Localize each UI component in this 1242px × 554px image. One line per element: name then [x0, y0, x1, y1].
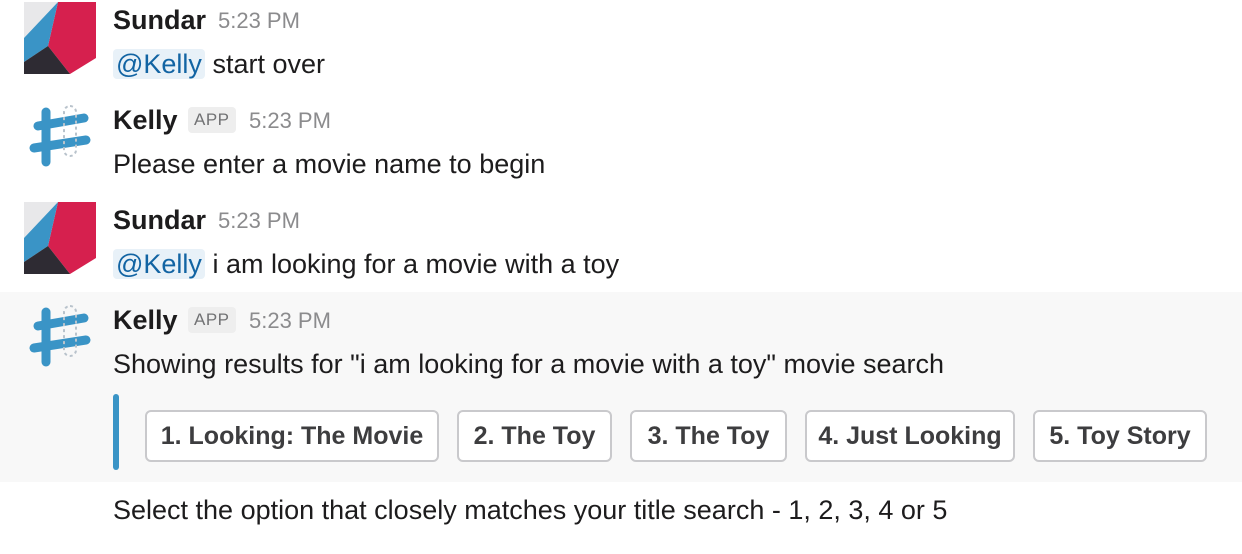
message-body: start over — [212, 49, 325, 79]
option-button-1[interactable]: 1. Looking: The Movie — [145, 410, 439, 462]
message-body: i am looking for a movie with a toy — [212, 249, 620, 279]
timestamp[interactable]: 5:23 PM — [218, 5, 300, 37]
option-button-5[interactable]: 5. Toy Story — [1033, 410, 1207, 462]
app-badge: APP — [188, 307, 236, 333]
sundar-avatar-icon[interactable] — [24, 202, 96, 274]
author-name[interactable]: Sundar — [113, 4, 206, 36]
footer-instruction-text: Select the option that closely matches y… — [113, 495, 948, 525]
timestamp[interactable]: 5:23 PM — [249, 305, 331, 337]
author-name[interactable]: Kelly — [113, 104, 178, 136]
message-text: Please enter a movie name to begin — [113, 149, 546, 179]
option-button-3[interactable]: 3. The Toy — [630, 410, 787, 462]
message-kelly-2: Kelly APP 5:23 PM Showing results for "i… — [0, 292, 1242, 482]
message-sundar-2: Sundar 5:23 PM @Kelly i am looking for a… — [0, 196, 1242, 292]
message-sundar-1: Sundar 5:23 PM @Kelly start over — [0, 0, 1242, 92]
mention-link[interactable]: @Kelly — [113, 49, 205, 79]
attachment-bar — [113, 394, 119, 470]
timestamp[interactable]: 5:23 PM — [249, 105, 331, 137]
message-text: @Kelly start over — [113, 46, 325, 82]
kelly-bot-avatar-icon[interactable] — [24, 102, 96, 174]
app-badge: APP — [188, 107, 236, 133]
message-text: Showing results for "i am looking for a … — [113, 349, 945, 379]
option-button-2[interactable]: 2. The Toy — [457, 410, 612, 462]
sundar-avatar-icon[interactable] — [24, 2, 96, 74]
option-button-4[interactable]: 4. Just Looking — [805, 410, 1015, 462]
timestamp[interactable]: 5:23 PM — [218, 205, 300, 237]
message-text: @Kelly i am looking for a movie with a t… — [113, 246, 619, 282]
kelly-bot-avatar-icon[interactable] — [24, 302, 96, 374]
author-name[interactable]: Kelly — [113, 304, 178, 336]
mention-link[interactable]: @Kelly — [113, 249, 205, 279]
message-kelly-1: Kelly APP 5:23 PM Please enter a movie n… — [0, 92, 1242, 196]
author-name[interactable]: Sundar — [113, 204, 206, 236]
